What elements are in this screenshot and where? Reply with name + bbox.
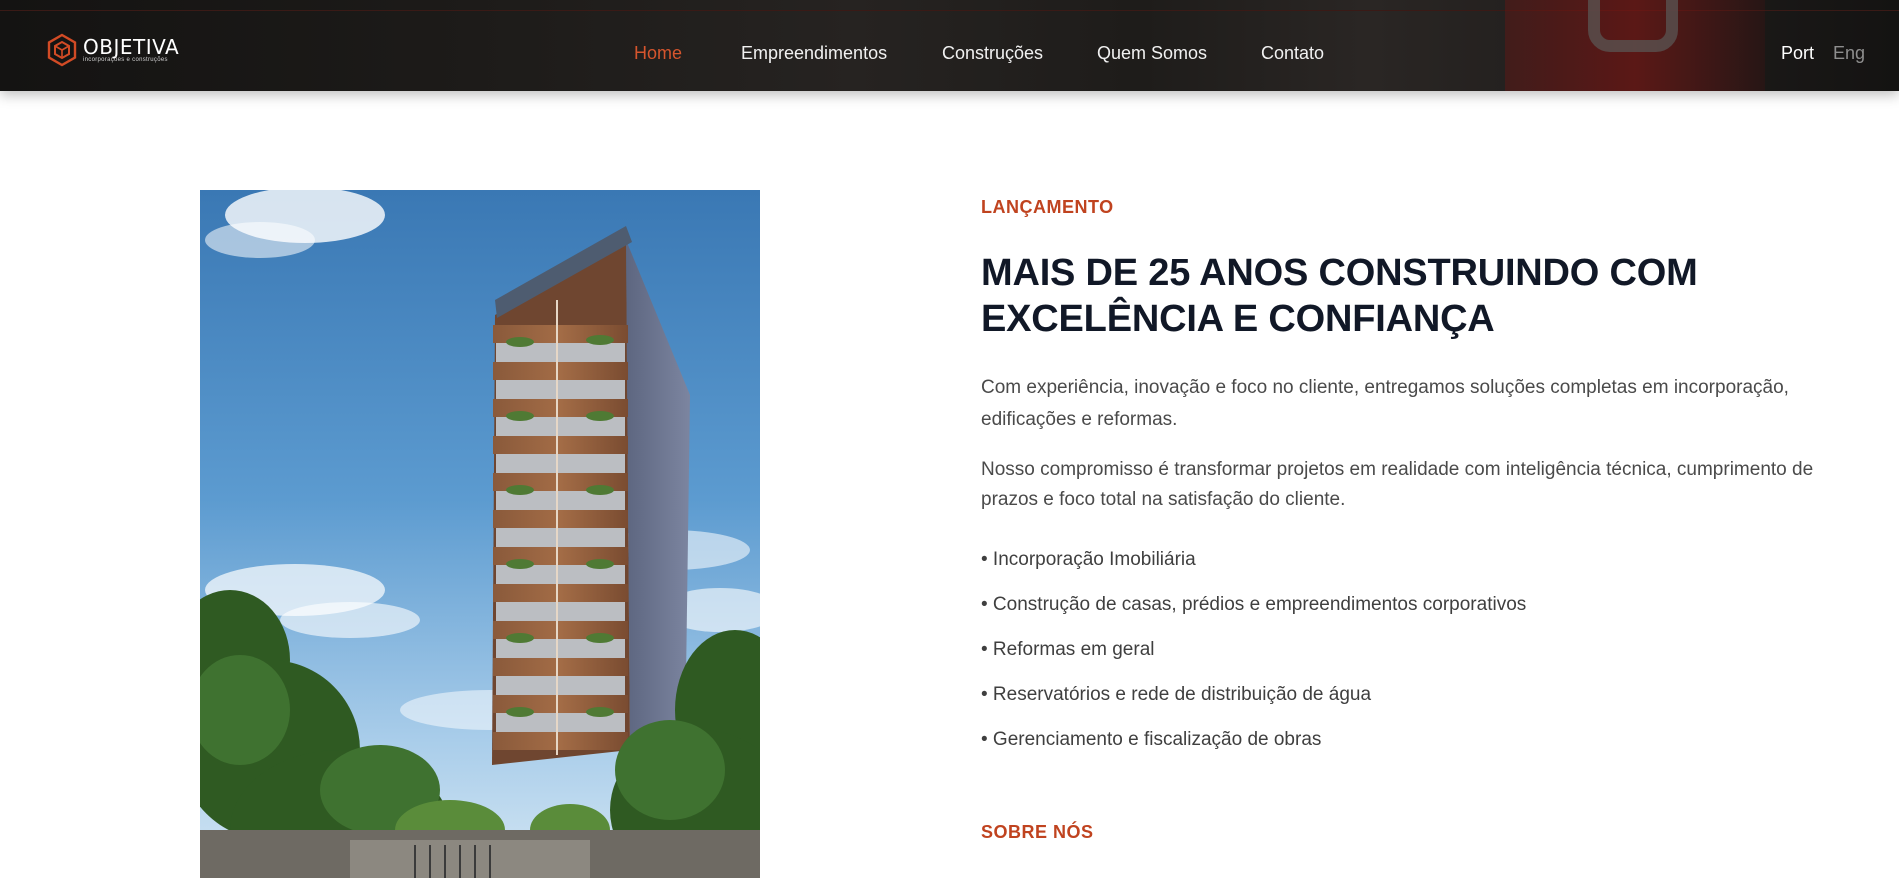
list-item: • Incorporação Imobiliária xyxy=(981,549,1196,570)
brand-logo[interactable]: OBJETIVA incorporações e construções xyxy=(46,33,179,67)
nav-item-home[interactable]: Home xyxy=(634,42,682,64)
hexagon-cube-icon xyxy=(46,33,78,67)
logo-name: OBJETIVA xyxy=(83,34,180,59)
nav-item-contato[interactable]: Contato xyxy=(1261,42,1324,64)
headline-line-2: EXCELÊNCIA E CONFIANÇA xyxy=(981,298,1495,340)
language-option-port[interactable]: Port xyxy=(1781,42,1814,64)
list-item: • Construção de casas, prédios e empreen… xyxy=(981,594,1527,615)
headline-line-1: MAIS DE 25 ANOS CONSTRUINDO COM xyxy=(981,252,1698,294)
about-section-eyebrow: SOBRE NÓS xyxy=(981,822,1094,842)
list-item: • Reservatórios e rede de distribuição d… xyxy=(981,684,1372,705)
section-eyebrow: LANÇAMENTO xyxy=(981,197,1114,217)
logo-tagline: incorporações e construções xyxy=(83,56,168,63)
intro-paragraph-2: Nosso compromisso é transformar projetos… xyxy=(981,459,1814,510)
site-header: OBJETIVA incorporações e construções Hom… xyxy=(0,0,1899,91)
intro-paragraph-1: Com experiência, inovação e foco no clie… xyxy=(981,377,1789,430)
language-option-eng[interactable]: Eng xyxy=(1833,42,1865,64)
logo-text: OBJETIVA incorporações e construções xyxy=(83,37,179,64)
building-render-image xyxy=(200,190,760,878)
header-background-shape xyxy=(1588,0,1678,52)
nav-item-construcoes[interactable]: Construções xyxy=(942,42,1043,64)
list-item: • Gerenciamento e fiscalização de obras xyxy=(981,729,1322,750)
list-item: • Reformas em geral xyxy=(981,639,1155,660)
nav-item-empreendimentos[interactable]: Empreendimentos xyxy=(741,42,887,64)
page-headline: MAIS DE 25 ANOS CONSTRUINDO COM EXCELÊNC… xyxy=(981,250,1841,342)
services-list: • Incorporação Imobiliária • Construção … xyxy=(981,545,1526,770)
nav-item-quem-somos[interactable]: Quem Somos xyxy=(1097,42,1207,64)
